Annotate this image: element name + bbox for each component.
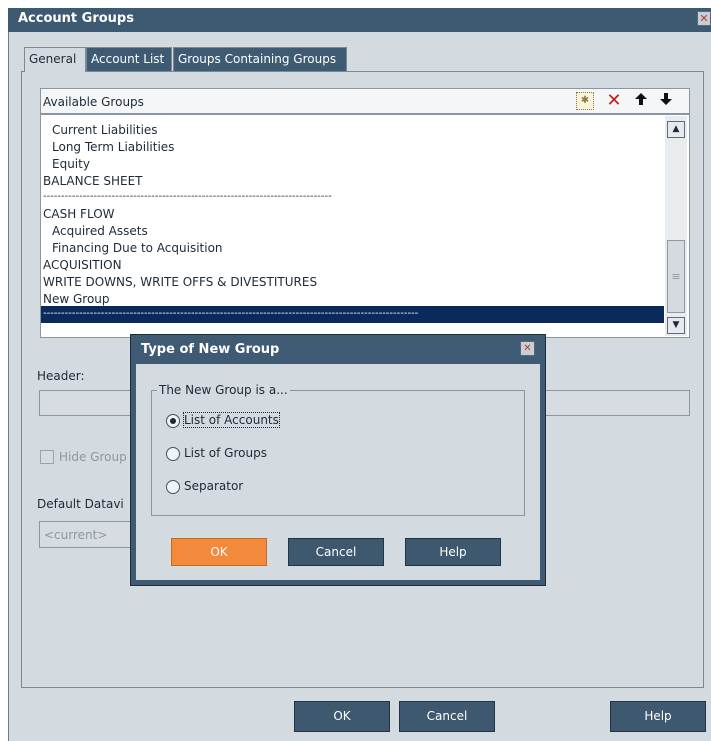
radio-separator[interactable]	[166, 480, 180, 494]
radio-separator-label[interactable]: Separator	[184, 479, 243, 493]
list-item[interactable]: CASH FLOW	[43, 207, 115, 221]
list-item[interactable]: Current Liabilities	[52, 123, 158, 137]
arrow-down-icon	[660, 93, 672, 105]
help-button[interactable]: Help	[610, 701, 706, 732]
list-item[interactable]: Financing Due to Acquisition	[52, 241, 223, 255]
radio-list-of-groups-label[interactable]: List of Groups	[184, 446, 267, 460]
list-item[interactable]: BALANCE SHEET	[43, 174, 143, 188]
dialog-ok-button[interactable]: OK	[171, 538, 267, 566]
dialog-close-icon[interactable]: ✕	[520, 341, 535, 356]
close-icon[interactable]: ✕	[697, 11, 711, 26]
selected-list-item[interactable]: ----------------------------------------…	[43, 308, 423, 319]
scrollbar-thumb[interactable]: ≡	[667, 240, 685, 313]
list-item[interactable]: ACQUISITION	[43, 258, 122, 272]
radio-list-of-accounts-label[interactable]: List of Accounts	[183, 412, 280, 428]
radio-list-of-groups[interactable]	[166, 447, 180, 461]
list-item[interactable]: Equity	[52, 157, 90, 171]
header-label: Header:	[37, 369, 85, 383]
scroll-down-icon[interactable]: ▼	[667, 317, 685, 334]
list-item[interactable]: WRITE DOWNS, WRITE OFFS & DIVESTITURES	[43, 275, 317, 289]
cancel-button[interactable]: Cancel	[399, 701, 495, 732]
tab-general[interactable]: General	[24, 47, 86, 72]
arrow-up-icon	[635, 93, 647, 105]
list-item-separator[interactable]: ----------------------------------------…	[43, 190, 413, 204]
default-dataview-value: <current>	[44, 528, 108, 542]
tab-account-list[interactable]: Account List	[86, 47, 172, 71]
dialog-help-button[interactable]: Help	[405, 538, 501, 566]
available-groups-label: Available Groups	[43, 95, 144, 109]
move-down-icon[interactable]	[657, 92, 675, 110]
dialog-title: Type of New Group	[141, 342, 280, 357]
new-group-icon[interactable]: ✱	[576, 92, 594, 110]
list-item[interactable]: New Group	[43, 292, 110, 306]
hide-group-checkbox[interactable]	[40, 450, 54, 464]
hide-group-label: Hide Group	[59, 450, 127, 464]
group-type-legend: The New Group is a...	[157, 383, 290, 397]
dialog-cancel-button[interactable]: Cancel	[288, 538, 384, 566]
ok-button[interactable]: OK	[294, 701, 390, 732]
default-dataview-label: Default Datavi	[37, 497, 124, 511]
delete-icon[interactable]: ✕	[605, 92, 623, 110]
list-item[interactable]: Acquired Assets	[52, 224, 148, 238]
move-up-icon[interactable]	[632, 92, 650, 110]
tab-groups-containing-groups[interactable]: Groups Containing Groups	[173, 47, 347, 71]
list-item[interactable]: Long Term Liabilities	[52, 140, 174, 154]
window-title: Account Groups	[18, 11, 134, 26]
radio-selected-dot	[170, 418, 176, 424]
scroll-up-icon[interactable]: ▲	[667, 121, 685, 138]
